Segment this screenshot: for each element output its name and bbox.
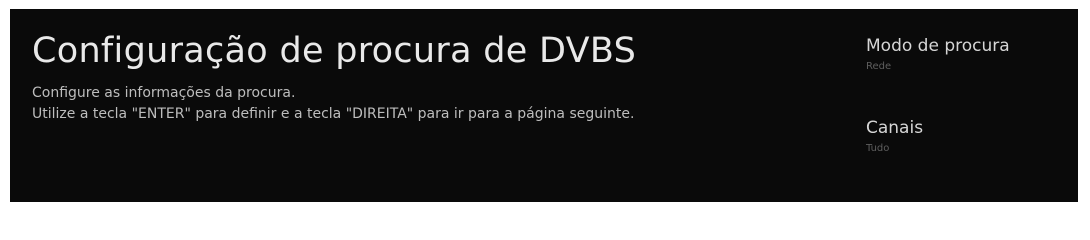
description-line-1: Configure as informações da procura.	[32, 85, 296, 102]
setting-value-search-mode: Rede	[866, 61, 892, 72]
setting-item-channels[interactable]: Canais Tudo	[866, 117, 1066, 157]
page-description: Configure as informações da procura. Uti…	[32, 83, 752, 125]
setting-label-channels: Canais	[866, 118, 924, 138]
settings-list: Modo de procura Rede Canais Tudo	[866, 35, 1066, 157]
setting-item-search-mode[interactable]: Modo de procura Rede	[866, 35, 1066, 75]
tv-settings-panel: Configuração de procura de DVBS Configur…	[10, 9, 1078, 202]
setting-value-channels: Tudo	[866, 143, 890, 154]
info-section: Configuração de procura de DVBS Configur…	[32, 31, 792, 125]
setting-label-search-mode: Modo de procura	[866, 36, 1010, 56]
page-title: Configuração de procura de DVBS	[32, 31, 637, 71]
description-line-2: Utilize a tecla "ENTER" para definir e a…	[32, 106, 635, 123]
